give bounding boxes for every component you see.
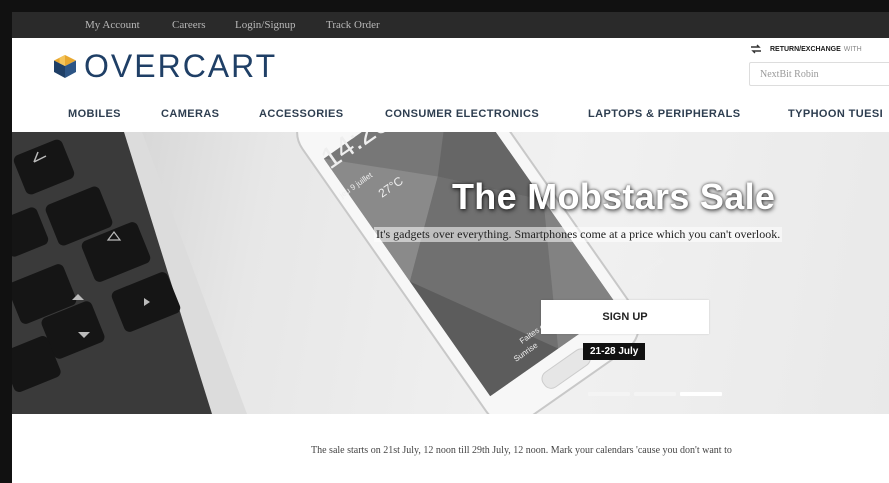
hero-banner[interactable]: 14:20 jeu 9 juillet 27°C Sunrise Faites … bbox=[12, 132, 889, 414]
hero-title: The Mobstars Sale bbox=[452, 176, 776, 217]
search-input[interactable] bbox=[750, 63, 889, 85]
login-signup-link[interactable]: Login/Signup bbox=[235, 19, 296, 31]
box-icon bbox=[54, 55, 76, 78]
slide-dot-3-active[interactable] bbox=[680, 392, 722, 396]
phone-illustration bbox=[296, 132, 640, 414]
careers-link[interactable]: Careers bbox=[172, 19, 206, 31]
top-bar: My Account Careers Login/Signup Track Or… bbox=[12, 12, 889, 38]
keyboard-illustration bbox=[12, 132, 247, 414]
phone-label-ecran: Sur l'écran bbox=[630, 254, 666, 283]
search-box bbox=[749, 62, 889, 86]
my-account-link[interactable]: My Account bbox=[85, 19, 140, 31]
return-exchange-label: RETURN/EXCHANGE bbox=[770, 45, 841, 53]
main-nav: MOBILES CAMERAS ACCESSORIES CONSUMER ELE… bbox=[12, 102, 889, 132]
hero-subtitle: It's gadgets over everything. Smartphone… bbox=[374, 227, 783, 242]
slide-dot-1[interactable] bbox=[588, 392, 630, 396]
sign-up-button[interactable]: SIGN UP bbox=[541, 300, 709, 334]
nav-mobiles[interactable]: MOBILES bbox=[68, 108, 121, 120]
nav-typhoon-tuesday[interactable]: TYPHOON TUESI bbox=[788, 108, 883, 120]
sale-info-text: The sale starts on 21st July, 12 noon ti… bbox=[311, 445, 732, 456]
return-exchange-info: RETURN/EXCHANGE WITH bbox=[750, 44, 862, 54]
browser-viewport: My Account Careers Login/Signup Track Or… bbox=[12, 12, 889, 483]
nav-accessories[interactable]: ACCESSORIES bbox=[259, 108, 343, 120]
nav-consumer-electronics[interactable]: CONSUMER ELECTRONICS bbox=[385, 108, 539, 120]
hero-image: 14:20 jeu 9 juillet 27°C Sunrise Faites … bbox=[12, 132, 666, 414]
sale-dates-badge: 21-28 July bbox=[583, 343, 646, 360]
nav-cameras[interactable]: CAMERAS bbox=[161, 108, 219, 120]
return-exchange-suffix: WITH bbox=[843, 45, 862, 53]
nav-laptops-peripherals[interactable]: LAPTOPS & PERIPHERALS bbox=[588, 108, 740, 120]
logo-text: OVERCART bbox=[84, 47, 278, 84]
site-logo[interactable]: OVERCART bbox=[52, 48, 277, 84]
track-order-link[interactable]: Track Order bbox=[326, 19, 380, 31]
exchange-icon bbox=[751, 44, 761, 54]
slide-dot-2[interactable] bbox=[634, 392, 676, 396]
